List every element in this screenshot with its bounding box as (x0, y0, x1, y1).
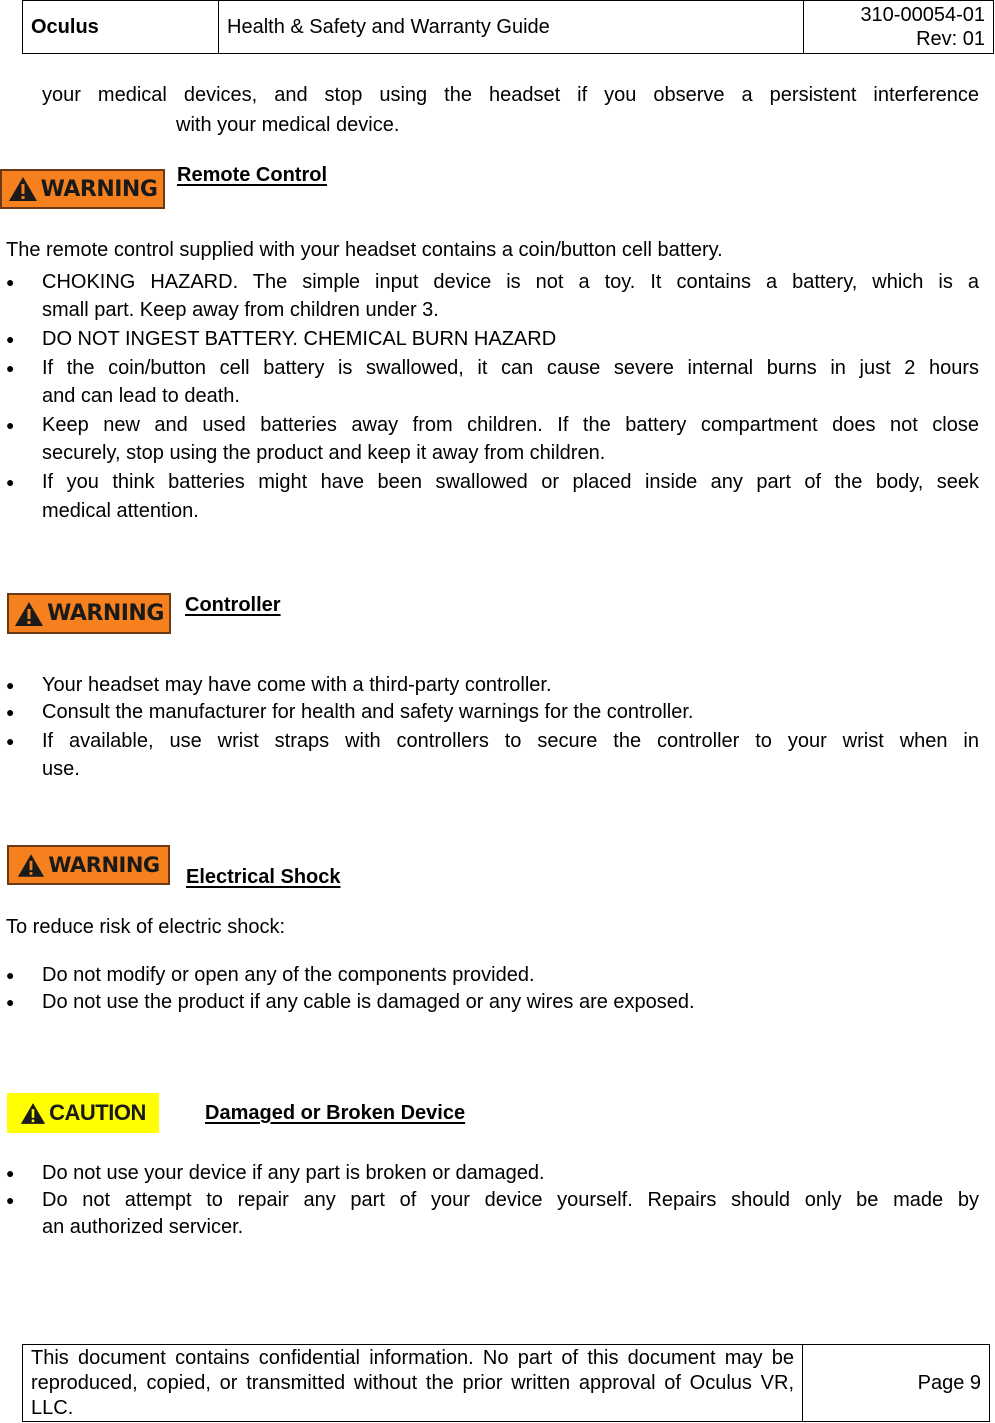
bullet-icon: ● (6, 677, 15, 693)
bullet-icon: ● (6, 733, 15, 749)
list-item-cont: and can lead to death. (42, 385, 240, 407)
document-header: Oculus Health & Safety and Warranty Guid… (22, 0, 994, 54)
list-item: If you think batteries might have been s… (42, 471, 979, 493)
confidentiality-notice: This document contains confidential info… (22, 1344, 803, 1422)
bullet-icon: ● (6, 1165, 15, 1181)
list-item-cont: medical attention. (42, 500, 199, 522)
badge-label: WARNING (48, 853, 160, 877)
caution-badge: CAUTION (7, 1093, 159, 1133)
bullet-icon: ● (6, 417, 15, 433)
warning-badge: WARNING (0, 169, 165, 209)
list-item: Consult the manufacturer for health and … (42, 701, 694, 723)
section-heading-controller: Controller (185, 594, 281, 616)
bullet-icon: ● (6, 360, 15, 376)
intro-line-1: your medical devices, and stop using the… (42, 84, 979, 106)
badge-label: WARNING (40, 176, 158, 202)
electrical-shock-paragraph: To reduce risk of electric shock: (6, 916, 285, 938)
header-brand: Oculus (22, 0, 219, 54)
bullet-icon: ● (6, 704, 15, 720)
warning-triangle-icon (8, 177, 37, 201)
bullet-icon: ● (6, 994, 15, 1010)
list-item: If the coin/button cell battery is swall… (42, 357, 979, 379)
list-item: If available, use wrist straps with cont… (42, 730, 979, 752)
caution-triangle-icon (21, 1102, 46, 1124)
bullet-icon: ● (6, 274, 15, 290)
list-item-cont: use. (42, 758, 80, 780)
list-item: DO NOT INGEST BATTERY. CHEMICAL BURN HAZ… (42, 328, 557, 350)
list-item: Do not modify or open any of the compone… (42, 964, 535, 986)
list-item: Do not use your device if any part is br… (42, 1162, 545, 1184)
header-doc-info: 310-00054-01 Rev: 01 (803, 0, 994, 54)
page-number: Page 9 (802, 1344, 990, 1422)
remote-control-paragraph: The remote control supplied with your he… (6, 239, 723, 261)
warning-triangle-icon (18, 853, 45, 877)
warning-badge: WARNING (7, 593, 171, 634)
bullet-icon: ● (6, 967, 15, 983)
section-heading-electrical-shock: Electrical Shock (186, 866, 341, 888)
warning-badge: WARNING (7, 845, 170, 885)
bullet-icon: ● (6, 1192, 15, 1208)
list-item: CHOKING HAZARD. The simple input device … (42, 271, 979, 293)
bullet-icon: ● (6, 331, 15, 347)
doc-revision: Rev: 01 (916, 28, 985, 50)
list-item: Keep new and used batteries away from ch… (42, 414, 979, 436)
badge-label: CAUTION (49, 1100, 146, 1125)
section-heading-damaged-device: Damaged or Broken Device (205, 1102, 466, 1124)
header-title: Health & Safety and Warranty Guide (218, 0, 804, 54)
list-item-cont: small part. Keep away from children unde… (42, 299, 439, 321)
section-heading-remote-control: Remote Control (177, 164, 327, 186)
list-item-cont: an authorized servicer. (42, 1216, 244, 1238)
warning-triangle-icon (15, 601, 44, 626)
list-item: Do not attempt to repair any part of you… (42, 1189, 979, 1211)
doc-number: 310-00054-01 (860, 4, 985, 26)
document-footer: This document contains confidential info… (22, 1344, 990, 1422)
bullet-icon: ● (6, 474, 15, 490)
list-item-cont: securely, stop using the product and kee… (42, 442, 606, 464)
intro-line-2: with your medical device. (176, 114, 400, 136)
badge-label: WARNING (47, 601, 164, 626)
list-item: Your headset may have come with a third-… (42, 674, 552, 696)
list-item: Do not use the product if any cable is d… (42, 991, 695, 1013)
